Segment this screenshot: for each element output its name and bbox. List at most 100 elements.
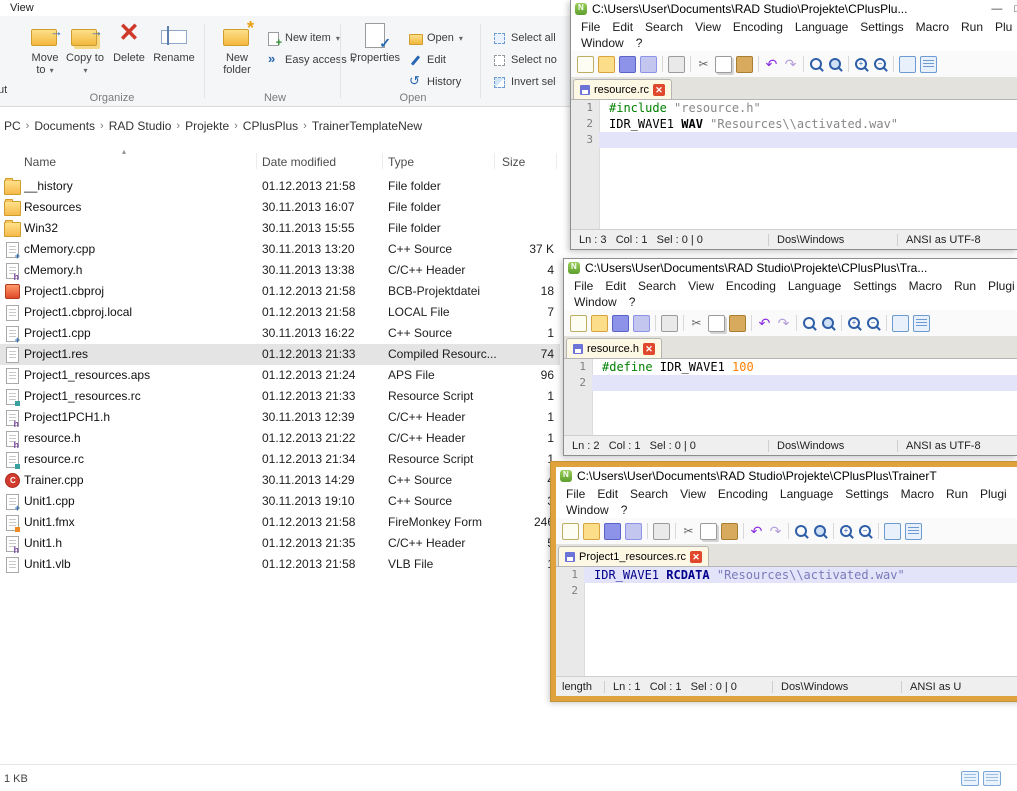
replace-icon[interactable] [828,57,843,72]
file-row-project1-resources-aps[interactable]: Project1_resources.aps01.12.2013 21:24AP… [0,365,560,386]
breadcrumb-item-trainertemplatenew[interactable]: TrainerTemplateNew [308,119,426,133]
tab-close-icon[interactable]: ✕ [653,84,665,96]
doc-map-icon[interactable] [899,56,916,73]
breadcrumb-item-pc[interactable]: PC [0,119,25,133]
open-file-icon[interactable] [598,56,615,73]
column-header-type[interactable]: Type [388,155,414,169]
find-icon[interactable] [802,316,817,331]
menu-help[interactable]: ? [623,295,642,309]
save-all-icon[interactable] [640,56,657,73]
tab-project1-resources-rc[interactable]: Project1_resources.rc ✕ [558,546,709,566]
menu-help[interactable]: ? [615,503,634,517]
invert-selection-button[interactable]: Invert sel [492,72,556,92]
menu-plugi[interactable]: Plugi [982,279,1017,293]
menu-macro[interactable]: Macro [895,487,940,501]
menu-search[interactable]: Search [632,279,682,293]
find-icon[interactable] [794,524,809,539]
zoom-out-icon[interactable] [866,316,881,331]
properties-button[interactable]: Properties [348,20,402,64]
file-row-project1pch1-h[interactable]: Project1PCH1.h30.11.2013 12:39C/C++ Head… [0,407,560,428]
minimize-button[interactable]: — [991,3,1002,15]
print-icon[interactable] [653,523,670,540]
menu-file[interactable]: File [575,20,606,34]
file-row-unit1-vlb[interactable]: Unit1.vlb01.12.2013 21:58VLB File1 [0,554,560,575]
ribbon-tab-view[interactable]: View [10,2,34,14]
history-button[interactable]: History [408,72,461,92]
file-row-unit1-cpp[interactable]: Unit1.cpp30.11.2013 19:10C++ Source3 [0,491,560,512]
cut-button-partial[interactable]: ut [0,84,7,96]
paste-icon[interactable] [736,56,753,73]
new-file-icon[interactable] [577,56,594,73]
file-row-cmemory-h[interactable]: cMemory.h30.11.2013 13:38C/C++ Header4 [0,260,560,281]
undo-icon[interactable] [764,57,779,72]
file-row-project1-cbproj-local[interactable]: Project1.cbproj.local01.12.2013 21:58LOC… [0,302,560,323]
redo-icon[interactable] [776,316,791,331]
select-all-button[interactable]: Select all [492,28,556,48]
cut-icon[interactable] [696,57,711,72]
column-header-date-modified[interactable]: Date modified [262,155,336,169]
redo-icon[interactable] [783,57,798,72]
file-row-resource-rc[interactable]: resource.rc01.12.2013 21:34Resource Scri… [0,449,560,470]
icons-view-icon[interactable] [983,771,1001,786]
menu-file[interactable]: File [568,279,599,293]
menu-help[interactable]: ? [630,36,649,50]
menu-plugi[interactable]: Plugi [974,487,1013,501]
file-row-resources[interactable]: Resources30.11.2013 16:07File folder [0,197,560,218]
tab-resource-rc[interactable]: resource.rc ✕ [573,79,672,99]
copy-icon[interactable] [708,315,725,332]
undo-icon[interactable] [757,316,772,331]
file-row-unit1-fmx[interactable]: Unit1.fmx01.12.2013 21:58FireMonkey Form… [0,512,560,533]
rename-button[interactable]: Rename [152,20,196,64]
menu-encoding[interactable]: Encoding [712,487,774,501]
title-bar[interactable]: C:\Users\User\Documents\RAD Studio\Proje… [564,259,1017,277]
menu-settings[interactable]: Settings [854,20,909,34]
replace-icon[interactable] [813,524,828,539]
menu-window[interactable]: Window [575,36,630,50]
menu-encoding[interactable]: Encoding [727,20,789,34]
easy-access-button[interactable]: Easy access▾ [266,50,356,70]
column-header-name[interactable]: Name [24,155,56,169]
zoom-in-icon[interactable] [847,316,862,331]
new-folder-button[interactable]: Newfolder [214,20,260,76]
save-file-icon[interactable] [612,315,629,332]
save-all-icon[interactable] [625,523,642,540]
cut-icon[interactable] [681,524,696,539]
code-line-2[interactable]: 2 [556,583,1017,599]
tab-resource-h[interactable]: resource.h ✕ [566,338,662,358]
code-editor[interactable]: 1#include "resource.h"2IDR_WAVE1 WAV "Re… [571,100,1017,229]
code-editor[interactable]: 1IDR_WAVE1 RCDATA "Resources\\activated.… [556,567,1017,676]
function-list-icon[interactable] [905,523,922,540]
details-view-icon[interactable] [961,771,979,786]
new-file-icon[interactable] [562,523,579,540]
code-line-1[interactable]: 1#include "resource.h" [571,100,1017,116]
move-to-button[interactable]: Move to ▾ [26,20,64,77]
menu-encoding[interactable]: Encoding [720,279,782,293]
menu-edit[interactable]: Edit [606,20,639,34]
delete-button[interactable]: Delete [110,20,148,64]
select-none-button[interactable]: Select no [492,50,557,70]
new-file-icon[interactable] [570,315,587,332]
menu-run[interactable]: Run [948,279,982,293]
menu-language[interactable]: Language [774,487,839,501]
menu-macro[interactable]: Macro [903,279,948,293]
copy-icon[interactable] [700,523,717,540]
file-row-project1-cbproj[interactable]: Project1.cbproj01.12.2013 21:58BCB-Proje… [0,281,560,302]
zoom-in-icon[interactable] [839,524,854,539]
file-row-cmemory-cpp[interactable]: cMemory.cpp30.11.2013 13:20C++ Source37 … [0,239,560,260]
print-icon[interactable] [661,315,678,332]
save-file-icon[interactable] [619,56,636,73]
copy-icon[interactable] [715,56,732,73]
undo-icon[interactable] [749,524,764,539]
code-line-1[interactable]: 1#define IDR_WAVE1 100 [564,359,1017,375]
zoom-in-icon[interactable] [854,57,869,72]
menu-edit[interactable]: Edit [591,487,624,501]
save-all-icon[interactable] [633,315,650,332]
file-row-project1-resources-rc[interactable]: Project1_resources.rc01.12.2013 21:33Res… [0,386,560,407]
code-editor[interactable]: 1#define IDR_WAVE1 1002 [564,359,1017,435]
menu-view[interactable]: View [674,487,712,501]
open-file-icon[interactable] [583,523,600,540]
doc-map-icon[interactable] [884,523,901,540]
copy-to-button[interactable]: Copy to ▾ [66,20,104,77]
menu-view[interactable]: View [689,20,727,34]
find-icon[interactable] [809,57,824,72]
